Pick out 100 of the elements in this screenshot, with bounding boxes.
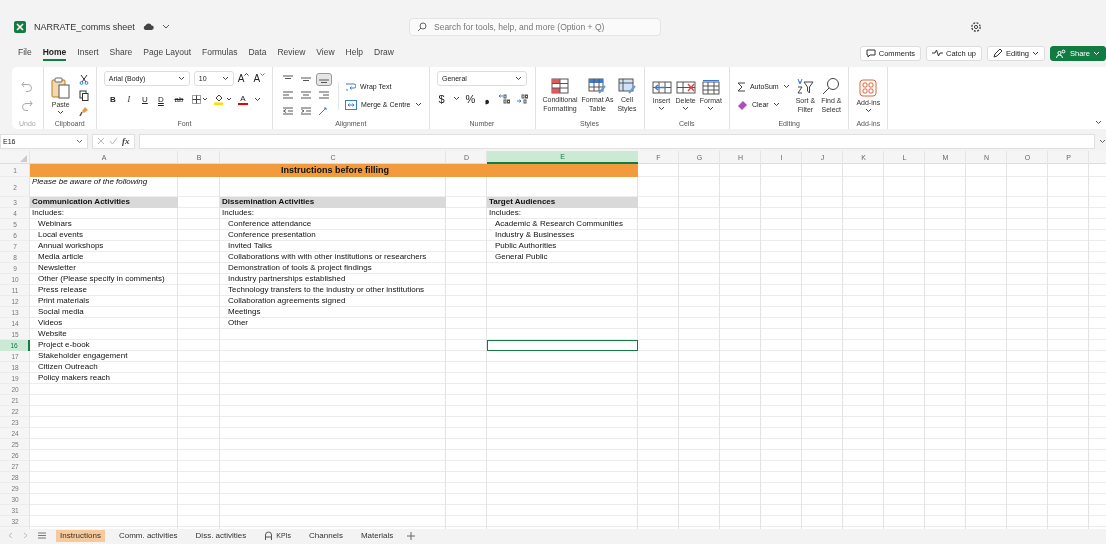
- comma-style-button[interactable]: ❟: [481, 92, 492, 105]
- sheet-cell-text: Webinars: [37, 219, 73, 230]
- sheet-cell-text: Includes:: [221, 208, 256, 219]
- eraser-icon: [736, 99, 748, 110]
- caret-icon: [515, 76, 522, 81]
- lines-icon: [300, 107, 313, 116]
- increase-font-button[interactable]: A: [237, 73, 250, 84]
- sheet-cell-text: Other: [227, 318, 249, 329]
- sheet-cell-text: Citizen Outreach: [37, 362, 99, 373]
- chevron-down-icon[interactable]: [253, 97, 261, 102]
- pencil-icon: [993, 48, 1004, 58]
- sheet-cell-text: Annual workshops: [37, 241, 105, 252]
- sheet-cell-text: Social media: [37, 307, 85, 318]
- font-style-button[interactable]: B: [107, 95, 118, 104]
- percent-button[interactable]: %: [465, 92, 476, 105]
- menu-tab[interactable]: Share: [109, 45, 133, 61]
- copy-icon[interactable]: [78, 90, 89, 101]
- sheet-cell-text: Industry & Businesses: [494, 230, 576, 241]
- sheet-cell-text: Videos: [37, 318, 64, 329]
- cut-icon[interactable]: [78, 74, 89, 85]
- sheet-cell-text: Technology transfers to the industry or other institutions: [227, 285, 426, 296]
- sheet-cell-text: Industry partnerships established: [227, 274, 347, 285]
- menu-tab[interactable]: View: [316, 45, 335, 61]
- sheet-cell-text: Academic & Research Communities: [494, 219, 625, 230]
- section-heading: Target Audiences: [487, 197, 638, 208]
- lines-icon: [282, 91, 295, 100]
- menu-tab[interactable]: Review: [277, 45, 306, 61]
- lines-icon: [300, 91, 313, 100]
- sheet-tab[interactable]: Channels: [305, 529, 347, 542]
- menu-tab[interactable]: File: [18, 45, 32, 61]
- sheet-cell-text: Newsletter: [37, 263, 77, 274]
- grid-icon: [651, 80, 672, 95]
- sheet-cell-text: Conference presentation: [227, 230, 317, 241]
- sheet-cell-text: Press release: [37, 285, 88, 296]
- fill-color-icon[interactable]: [213, 94, 232, 105]
- pulse-icon: [932, 49, 943, 57]
- check-icon[interactable]: [109, 137, 118, 145]
- menu-tab[interactable]: Home: [42, 45, 67, 61]
- title-banner: Instructions before filling: [30, 164, 638, 177]
- menu-tab[interactable]: Page Layout: [143, 45, 191, 61]
- sheet-tab[interactable]: Comm. activities: [114, 529, 182, 542]
- currency-button[interactable]: $: [436, 92, 447, 105]
- formula-input[interactable]: [138, 133, 1095, 149]
- menu-tab[interactable]: Formulas: [202, 45, 238, 61]
- note-text: Please be aware of the following: [31, 177, 149, 188]
- caret-icon: [76, 138, 83, 144]
- sheet-cell-text: Collaboration agreements signed: [227, 296, 347, 307]
- caret-icon: [782, 84, 790, 89]
- decrease-font-button[interactable]: A: [253, 73, 266, 84]
- sheet-tab[interactable]: Materials: [356, 529, 398, 542]
- search-icon: [822, 77, 841, 96]
- menu-icon[interactable]: [38, 532, 46, 539]
- table-icon: [588, 78, 607, 95]
- caret-icon: [1093, 50, 1100, 56]
- caret-icon: [772, 102, 780, 107]
- menu-tab[interactable]: Draw: [374, 45, 394, 61]
- merge-cells-icon: [345, 99, 358, 110]
- font-color-button[interactable]: A: [237, 94, 248, 105]
- chevron-down-icon[interactable]: [161, 24, 170, 29]
- brush-icon[interactable]: [78, 106, 89, 117]
- borders-icon[interactable]: [191, 95, 208, 104]
- caret-icon: [414, 102, 422, 107]
- decrease-decimal-icon[interactable]: [515, 93, 528, 104]
- spreadsheet-app-icon[interactable]: [14, 20, 26, 33]
- search-icon: [417, 21, 427, 32]
- sheet-cell-text: Website: [37, 329, 68, 340]
- chevron-down-icon[interactable]: [1095, 120, 1102, 125]
- font-style-button[interactable]: ab: [171, 95, 186, 104]
- menu-tab[interactable]: Data: [248, 45, 267, 61]
- add-sheet-icon[interactable]: [407, 531, 416, 540]
- people-icon: [1056, 48, 1067, 58]
- wrap-arrow-icon: [345, 81, 357, 92]
- caret-icon: [864, 107, 872, 113]
- sheet-cell-text: Conference attendance: [227, 219, 313, 230]
- font-style-button[interactable]: I: [123, 95, 134, 104]
- sheet-tab[interactable]: Diss. activities: [191, 529, 251, 542]
- sheet-cell-text: Invited Talks: [227, 241, 273, 252]
- align-button[interactable]: [316, 73, 333, 86]
- font-style-button[interactable]: U: [139, 95, 150, 104]
- caret-icon: [57, 109, 65, 115]
- clipboard-icon: [50, 76, 71, 99]
- selected-cell[interactable]: [487, 340, 638, 351]
- increase-decimal-icon[interactable]: [497, 93, 510, 104]
- search-field[interactable]: Search for tools, help, and more (Option + Q): [409, 17, 661, 36]
- file-name[interactable]: NARRATE_comms sheet: [34, 21, 135, 32]
- caret-icon: [177, 76, 185, 81]
- menu-tab[interactable]: Insert: [77, 45, 99, 61]
- funnel-icon: [796, 77, 815, 96]
- sheet-cell-text: Media article: [37, 252, 85, 263]
- sheet-tab[interactable]: Instructions: [56, 529, 105, 542]
- insert-function-button[interactable]: fx: [122, 136, 130, 146]
- settings-icon[interactable]: [970, 20, 982, 33]
- chevron-down-icon[interactable]: [452, 96, 460, 101]
- cloud-icon[interactable]: [142, 22, 154, 31]
- menu-tab[interactable]: Help: [345, 45, 364, 61]
- section-heading: Communication Activities: [30, 197, 178, 208]
- speech-bubble-icon: [865, 48, 876, 58]
- font-style-button[interactable]: D: [155, 95, 166, 104]
- section-heading: Dissemination Activities: [220, 197, 446, 208]
- chevron-down-icon[interactable]: [1099, 138, 1106, 144]
